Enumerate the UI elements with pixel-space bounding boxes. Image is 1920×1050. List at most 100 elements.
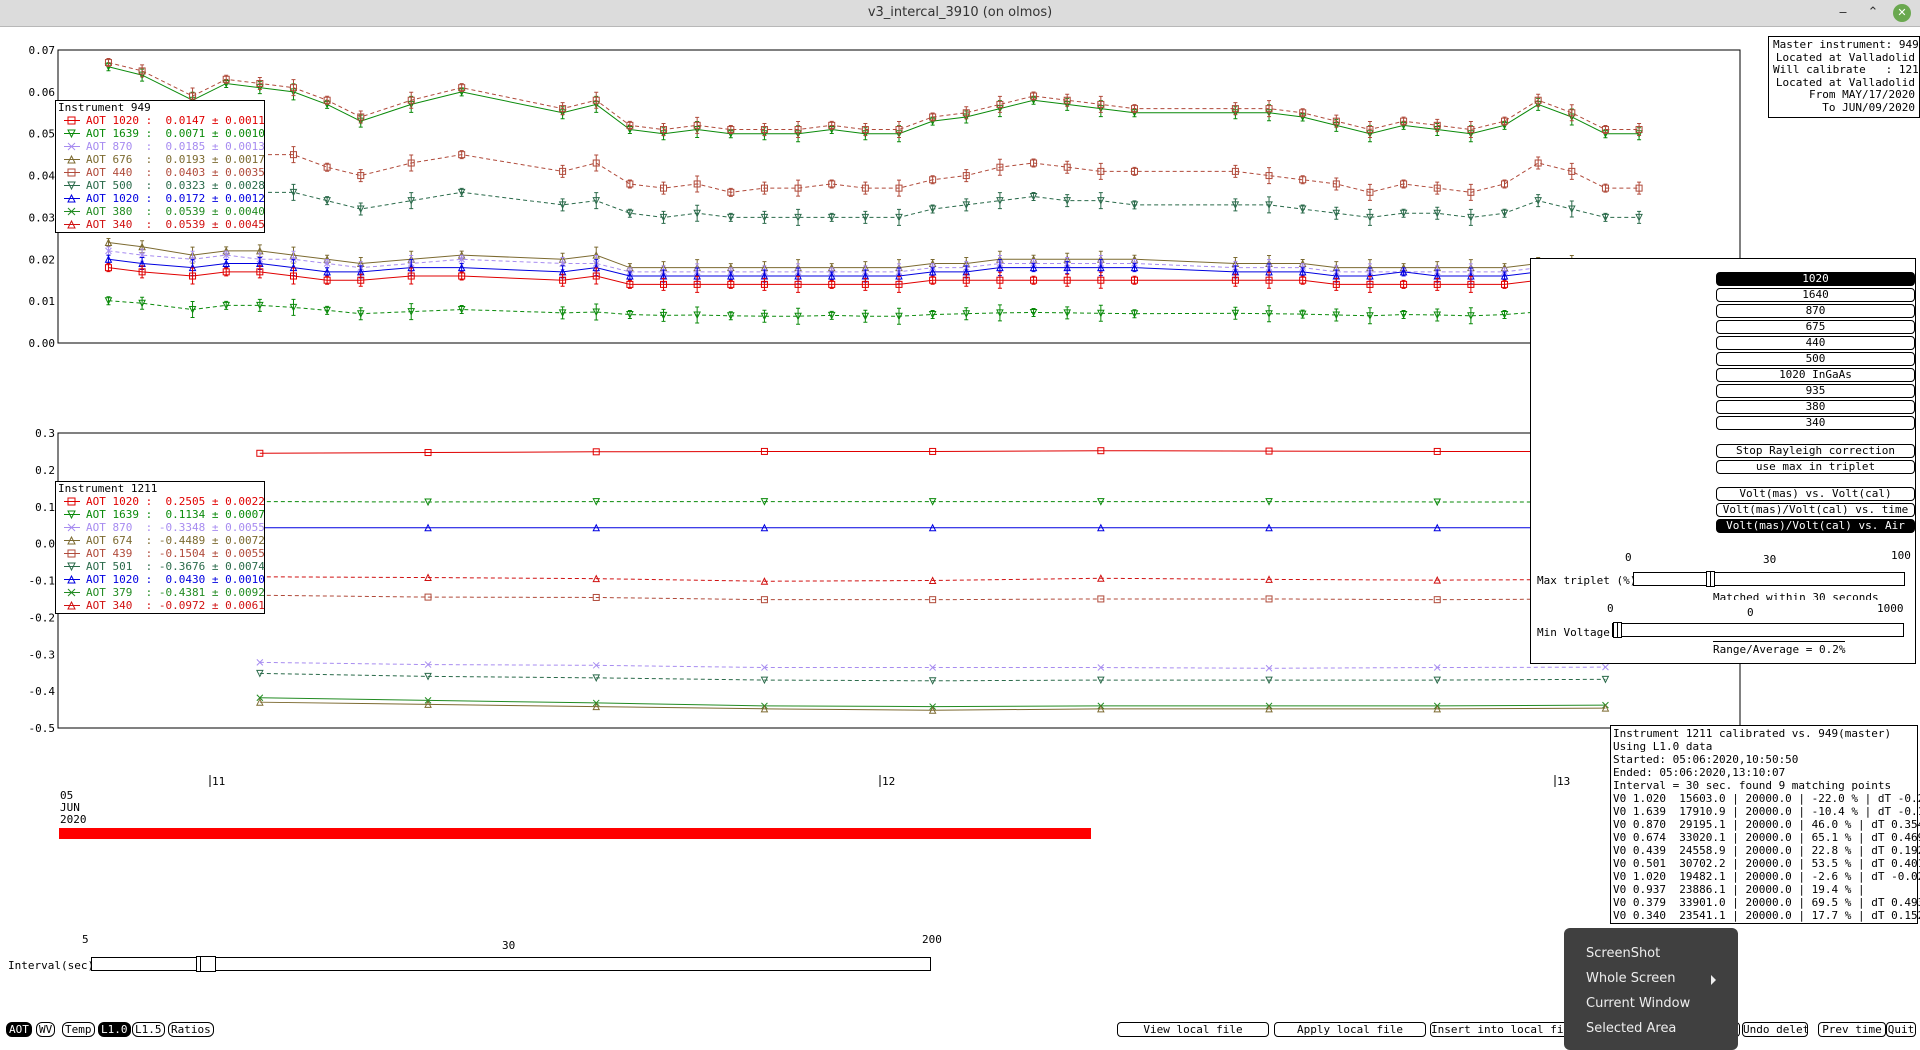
info-line: To JUN/09/2020 <box>1822 100 1915 114</box>
legend-row: AOT 676 : 0.0193 ± 0.0017 <box>58 153 265 166</box>
plot-mode-button-3[interactable]: Volt(mas)/Volt(cal) vs. Air Mass <box>1716 519 1915 544</box>
data-series <box>256 659 1609 672</box>
legend-value: -0.3676 ± 0.0074 <box>158 560 265 573</box>
tri-down-marker-icon <box>64 181 80 191</box>
y-tick-label: -0.2 <box>29 611 56 624</box>
legend-value: 0.0539 ± 0.0045 <box>165 218 265 231</box>
y-tick-label: 0.02 <box>29 253 56 266</box>
wavelength-button-1020-ingaas[interactable]: 1020 InGaAs <box>1716 368 1915 382</box>
report-line: Using L1.0 data <box>1613 740 1713 753</box>
legend-value: 0.1134 ± 0.0007 <box>165 508 265 521</box>
legend-title: Instrument 1211 <box>58 482 158 495</box>
legend-row: AOT 1020 : 0.2505 ± 0.0022 <box>58 495 265 508</box>
mode-toggle-wv[interactable]: WV <box>36 1022 56 1037</box>
close-icon[interactable]: ✕ <box>1893 4 1911 22</box>
max-triplet-label: Max triplet (%) <box>1537 574 1637 587</box>
series-line <box>108 250 1640 273</box>
series-line <box>259 594 1606 601</box>
interval-tick-min: 5 <box>82 933 89 946</box>
legend-value: 0.2505 ± 0.0022 <box>165 495 265 508</box>
mode-toggle-l10[interactable]: L1.0 <box>98 1022 131 1037</box>
data-series <box>104 175 1643 226</box>
legend-label: AOT 870 : <box>86 140 166 153</box>
interval-tick-mid: 30 <box>502 939 516 952</box>
report-line: Ended: 05:06:2020,13:10:07 <box>1613 766 1786 779</box>
data-series <box>256 498 1610 507</box>
mode-toggle-temp[interactable]: Temp <box>62 1022 95 1037</box>
window-title: v3_intercal_3910 (on olmos) <box>867 5 1053 20</box>
error-bar <box>1637 181 1642 195</box>
report-line: Instrument 1211 calibrated vs. 949(maste… <box>1613 727 1892 740</box>
legend-row: AOT 1639 : 0.0071 ± 0.0010 <box>58 127 265 140</box>
legend-label: AOT 380 : <box>86 205 166 218</box>
y-tick-label: 0.03 <box>29 211 56 224</box>
wavelength-button-870[interactable]: 870 <box>1716 304 1915 318</box>
maximize-icon[interactable]: ⌃ <box>1864 4 1882 22</box>
apply-local-file-button[interactable]: Apply local file <box>1274 1022 1426 1037</box>
interval-slider[interactable] <box>91 956 931 972</box>
plot-mode-button-2[interactable]: Volt(mas)/Volt(cal) vs. time <box>1716 503 1915 517</box>
minimize-icon[interactable]: ‒ <box>1834 4 1852 22</box>
aot-plot-instrument-1211: 0.3 0.2 0.1 0.0 -0.1 -0.2 -0.3 -0.4 -0.5 <box>29 427 1741 735</box>
max-triplet-slider[interactable] <box>1633 571 1905 587</box>
wavelength-button-1640[interactable]: 1640 <box>1716 288 1915 302</box>
legend-row: AOT 674 : -0.4489 ± 0.0072 <box>58 534 265 547</box>
y-tick-label: -0.1 <box>29 575 56 588</box>
tri-up-marker-icon <box>64 193 80 203</box>
legend-row: AOT 340 : -0.0972 ± 0.0061 <box>58 599 265 612</box>
wavelength-button-500[interactable]: 500 <box>1716 352 1915 366</box>
menu-item-selected-area[interactable]: Selected Area <box>1586 1019 1676 1039</box>
legend-label: AOT 870 : <box>86 521 159 534</box>
data-series <box>104 137 1643 201</box>
legend-value: 0.0185 ± 0.0013 <box>165 140 265 153</box>
wavelength-button-675[interactable]: 675 <box>1716 320 1915 334</box>
wavelength-button-380[interactable]: 380 <box>1716 400 1915 414</box>
mode-toggle-ratios[interactable]: Ratios <box>168 1022 214 1037</box>
menu-item-whole-screen[interactable]: Whole Screen <box>1586 969 1675 989</box>
min-voltage-slider[interactable] <box>1612 622 1904 638</box>
use-max-in-triplet-button[interactable]: use max in triplet <box>1716 460 1915 474</box>
report-line: V0 0.937 23886.1 | 20000.0 | 19.4 % | <box>1613 883 1865 896</box>
tri-up-marker-icon <box>64 219 80 229</box>
stop-rayleigh-button[interactable]: Stop Rayleigh correction <box>1716 444 1915 458</box>
legend-value: 0.0172 ± 0.0012 <box>165 192 265 205</box>
report-line: V0 0.870 29195.1 | 20000.0 | 46.0 % | dT… <box>1613 818 1920 831</box>
data-series <box>105 246 1643 281</box>
mode-toggle-l15[interactable]: L1.5 <box>132 1022 165 1037</box>
wavelength-button-340[interactable]: 340 <box>1716 416 1915 430</box>
undo-delete-button[interactable]: Undo delete <box>1742 1022 1808 1037</box>
legend-row: AOT 1020 : 0.0430 ± 0.0010 <box>58 573 265 586</box>
range-average-note: Range/Average = 0.2% <box>1713 641 1846 656</box>
x-marker-icon <box>64 142 80 151</box>
quit-button[interactable]: Quit <box>1886 1022 1916 1037</box>
max-triplet-slider-thumb[interactable] <box>1706 571 1715 587</box>
prev-time-button[interactable]: Prev time <box>1818 1022 1886 1037</box>
legend-row: AOT 870 : 0.0185 ± 0.0013 <box>58 140 265 153</box>
y-tick-label: 0.0 <box>35 538 55 551</box>
wavelength-button-440[interactable]: 440 <box>1716 336 1915 350</box>
max-triplet-tick-mid: 30 <box>1763 553 1777 566</box>
x-marker-icon <box>64 207 80 216</box>
error-bar <box>594 154 599 172</box>
menu-item-screenshot: ScreenShot <box>1586 946 1661 961</box>
legend-value: 0.0147 ± 0.0011 <box>165 114 265 127</box>
legend-label: AOT 674 : <box>86 534 159 547</box>
view-local-file-button[interactable]: View local file <box>1117 1022 1269 1037</box>
mode-toggle-aot[interactable]: AOT <box>6 1022 32 1037</box>
menu-item-current-window[interactable]: Current Window <box>1586 994 1690 1014</box>
wavelength-button-1020[interactable]: 1020 <box>1716 272 1915 286</box>
legend-value: 0.0430 ± 0.0010 <box>165 573 265 586</box>
min-voltage-slider-thumb[interactable] <box>1613 622 1622 638</box>
series-line <box>108 66 1640 135</box>
series-line <box>259 450 1606 454</box>
legend-value: -0.1504 ± 0.0055 <box>158 547 265 560</box>
plot-mode-button-1[interactable]: Volt(mas) vs. Volt(cal) <box>1716 487 1915 501</box>
legend-label: AOT 440 : <box>86 166 166 179</box>
control-panel: 1020 1640 870 675 440 500 1020 InGaAs 935 380 340… <box>1530 258 1916 664</box>
report-line: V0 0.439 24558.9 | 20000.0 | 22.8 % | dT… <box>1613 844 1920 857</box>
y-tick-label: 0.3 <box>35 427 55 440</box>
wavelength-button-935[interactable]: 935 <box>1716 384 1915 398</box>
insert-into-local-file-button[interactable]: Insert into local file <box>1430 1022 1568 1037</box>
y-tick-label: 0.07 <box>29 44 56 57</box>
interval-slider-thumb[interactable] <box>196 956 216 972</box>
